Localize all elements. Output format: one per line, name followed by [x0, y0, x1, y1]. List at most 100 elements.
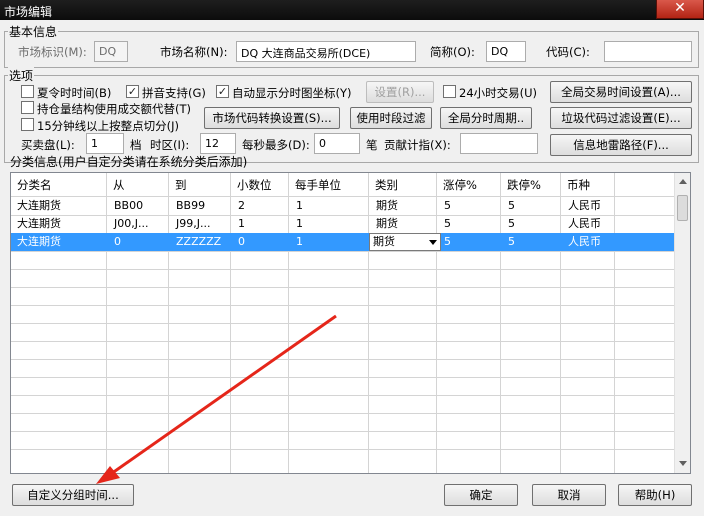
grid-hline [11, 359, 675, 360]
cell-type[interactable]: 期货 [372, 197, 436, 215]
options-label: 选项 [8, 67, 35, 84]
depth-field[interactable]: 1 [86, 133, 124, 154]
h24-checkbox[interactable] [443, 85, 456, 98]
basic-info-label: 基本信息 [8, 23, 59, 40]
type-combobox[interactable]: 期货 [369, 233, 441, 251]
cell-limit-up[interactable]: 5 [440, 215, 500, 233]
timezone-label: 时区(I): [150, 138, 190, 152]
m15-split-checkbox[interactable] [21, 118, 34, 131]
category-label: 分类信息(用户自定分类请在系统分类后添加) [10, 155, 248, 169]
cell-from[interactable]: J00,J... [110, 215, 168, 233]
cell-currency[interactable]: 人民币 [564, 215, 614, 233]
depth-unit: 档 [130, 138, 142, 152]
cell-lot-unit[interactable]: 1 [292, 215, 368, 233]
cell-decimals[interactable]: 0 [234, 233, 288, 251]
junk-filter-button[interactable]: 垃圾代码过滤设置(E)... [550, 107, 692, 129]
cancel-button[interactable]: 取消 [532, 484, 606, 506]
global-period-button[interactable]: 全局分时周期.. [440, 107, 532, 129]
contrib-field[interactable] [460, 133, 538, 154]
table-row-selected[interactable]: 大连期货 0 ZZZZZZ 0 1 期货 5 5 人民币 [11, 233, 675, 251]
cell-limit-down[interactable]: 5 [504, 233, 560, 251]
cell-to[interactable]: ZZZZZZ [172, 233, 230, 251]
max-per-sec-unit: 笔 [366, 138, 378, 152]
cell-name[interactable]: 大连期货 [13, 215, 105, 233]
short-name-label: 简称(O): [430, 45, 475, 59]
ok-button[interactable]: 确定 [444, 484, 518, 506]
cell-limit-down[interactable]: 5 [504, 215, 560, 233]
category-grid[interactable]: 分类名 从 到 小数位 每手单位 类别 涨停% 跌停% 币种 大连期货 BB00… [10, 172, 691, 474]
summer-time-checkbox[interactable] [21, 85, 34, 98]
info-mine-path-button[interactable]: 信息地雷路径(F)... [550, 134, 692, 156]
grid-hline [11, 395, 675, 396]
market-name-label: 市场名称(N): [160, 45, 228, 59]
cell-from[interactable]: 0 [110, 233, 168, 251]
table-row[interactable]: 大连期货 BB00 BB99 2 1 期货 5 5 人民币 [11, 197, 675, 215]
market-id-label: 市场标识(M): [18, 45, 87, 59]
market-name-field[interactable]: DQ 大连商品交易所(DCE) [236, 41, 416, 62]
m15-split-label: 15分钟线以上按整点切分(J) [37, 119, 179, 133]
grid-hline [11, 323, 675, 324]
table-row[interactable]: 大连期货 J00,J... J99,J... 1 1 期货 5 5 人民币 [11, 215, 675, 233]
code-convert-button[interactable]: 市场代码转换设置(S)... [204, 107, 340, 129]
grid-hline [11, 431, 675, 432]
col-header-type[interactable]: 类别 [369, 173, 437, 197]
cell-currency[interactable]: 人民币 [564, 197, 614, 215]
grid-hline [11, 341, 675, 342]
cell-limit-down[interactable]: 5 [504, 197, 560, 215]
chevron-down-icon[interactable] [429, 240, 437, 245]
title-bar[interactable]: 市场编辑 ✕ [0, 0, 704, 20]
depth-label: 买卖盘(L): [21, 138, 75, 152]
time-filter-button[interactable]: 使用时段过滤 [350, 107, 432, 129]
cell-decimals[interactable]: 2 [234, 197, 288, 215]
cell-name[interactable]: 大连期货 [13, 233, 105, 251]
col-header-to[interactable]: 到 [169, 173, 231, 197]
summer-time-label: 夏令时时间(B) [37, 86, 112, 100]
col-header-limit-up[interactable]: 涨停% [437, 173, 501, 197]
timezone-field[interactable]: 12 [200, 133, 236, 154]
position-struct-checkbox[interactable] [21, 101, 34, 114]
cell-to[interactable]: J99,J... [172, 215, 230, 233]
grid-hline [11, 305, 675, 306]
code-field[interactable] [604, 41, 692, 62]
close-button[interactable]: ✕ [656, 0, 704, 19]
grid-hline [11, 413, 675, 414]
grid-hline [11, 287, 675, 288]
scroll-up-icon[interactable] [679, 179, 687, 184]
settings-button[interactable]: 设置(R)... [366, 81, 434, 103]
vertical-scrollbar[interactable] [674, 173, 690, 473]
pinyin-checkbox[interactable]: ✓ [126, 85, 139, 98]
market-edit-dialog: 市场编辑 ✕ 基本信息 市场标识(M): DQ 市场名称(N): DQ 大连商品… [0, 0, 704, 516]
custom-group-time-button[interactable]: 自定义分组时间... [12, 484, 134, 506]
short-name-field[interactable]: DQ [486, 41, 526, 62]
max-per-sec-field[interactable]: 0 [314, 133, 360, 154]
cell-name[interactable]: 大连期货 [13, 197, 105, 215]
cell-to[interactable]: BB99 [172, 197, 230, 215]
contrib-label: 贡献计指(X): [384, 138, 451, 152]
cell-lot-unit[interactable]: 1 [292, 197, 368, 215]
auto-coords-checkbox[interactable]: ✓ [216, 85, 229, 98]
col-header-currency[interactable]: 币种 [561, 173, 615, 197]
cell-decimals[interactable]: 1 [234, 215, 288, 233]
col-header-from[interactable]: 从 [107, 173, 169, 197]
type-combobox-value: 期货 [373, 235, 395, 248]
help-button[interactable]: 帮助(H) [618, 484, 692, 506]
col-header-decimals[interactable]: 小数位 [231, 173, 289, 197]
scroll-thumb[interactable] [677, 195, 688, 221]
grid-hline [11, 251, 675, 252]
cell-limit-up[interactable]: 5 [440, 233, 500, 251]
auto-coords-label: 自动显示分时图坐标(Y) [232, 86, 352, 100]
cell-currency[interactable]: 人民币 [564, 233, 614, 251]
col-header-name[interactable]: 分类名 [11, 173, 107, 197]
pinyin-label: 拼音支持(G) [142, 86, 206, 100]
col-header-limit-down[interactable]: 跌停% [501, 173, 561, 197]
col-header-lot-unit[interactable]: 每手单位 [289, 173, 369, 197]
global-trade-time-button[interactable]: 全局交易时间设置(A)... [550, 81, 692, 103]
h24-label: 24小时交易(U) [459, 86, 538, 100]
cell-type[interactable]: 期货 [372, 215, 436, 233]
cell-from[interactable]: BB00 [110, 197, 168, 215]
window-title: 市场编辑 [4, 5, 53, 19]
scroll-down-icon[interactable] [679, 461, 687, 466]
cell-lot-unit[interactable]: 1 [292, 233, 368, 251]
market-id-field[interactable]: DQ [94, 41, 128, 62]
cell-limit-up[interactable]: 5 [440, 197, 500, 215]
